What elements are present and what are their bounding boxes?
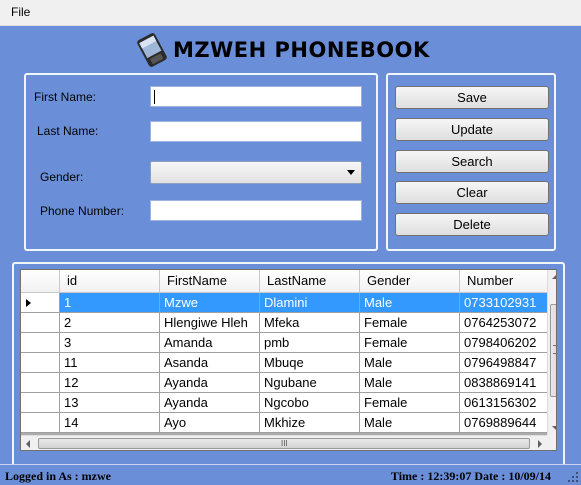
grid-body: 1 Mzwe Dlamini Male 0733102931 2 Hlengiwe Hleh… bbox=[21, 293, 550, 433]
column-header-lastname[interactable]: LastName bbox=[260, 270, 360, 293]
mobile-phone-icon bbox=[137, 33, 167, 67]
logged-in-status: Logged in As : mzwe bbox=[5, 469, 111, 483]
row-header[interactable] bbox=[21, 333, 60, 353]
cell-lastname[interactable]: pmb bbox=[260, 333, 360, 353]
cell-number[interactable]: 0733102931 bbox=[460, 293, 550, 313]
gender-combobox[interactable] bbox=[150, 161, 362, 184]
cell-gender[interactable]: Male bbox=[360, 373, 460, 393]
cell-firstname[interactable]: Ayanda bbox=[160, 393, 260, 413]
menu-bar: File bbox=[0, 0, 581, 26]
grip-icon bbox=[553, 345, 556, 354]
row-header[interactable] bbox=[21, 313, 60, 333]
cell-lastname[interactable]: Mfeka bbox=[260, 313, 360, 333]
contact-form-group: First Name: Last Name: Gender: Phone Num… bbox=[24, 73, 378, 251]
row-header[interactable] bbox=[21, 353, 60, 373]
cell-gender[interactable]: Male bbox=[360, 353, 460, 373]
column-header-gender[interactable]: Gender bbox=[360, 270, 460, 293]
update-button[interactable]: Update bbox=[395, 118, 549, 141]
grip-icon: III bbox=[281, 439, 288, 448]
cell-id[interactable]: 3 bbox=[60, 333, 160, 353]
cell-number[interactable]: 0613156302 bbox=[460, 393, 550, 413]
last-name-label: Last Name: bbox=[37, 124, 99, 138]
cell-gender[interactable]: Female bbox=[360, 393, 460, 413]
scroll-right-icon[interactable] bbox=[538, 440, 542, 448]
cell-id[interactable]: 11 bbox=[60, 353, 160, 373]
cell-id[interactable]: 1 bbox=[60, 293, 160, 313]
chevron-down-icon[interactable] bbox=[347, 170, 355, 175]
vertical-scroll-thumb[interactable] bbox=[550, 304, 556, 397]
cell-number[interactable]: 0764253072 bbox=[460, 313, 550, 333]
main-window-client: MZWEH PHONEBOOK First Name: Last Name: G… bbox=[0, 26, 581, 485]
cell-id[interactable]: 14 bbox=[60, 413, 160, 433]
cell-lastname[interactable]: Ngubane bbox=[260, 373, 360, 393]
horizontal-scrollbar[interactable]: III bbox=[21, 435, 547, 450]
cell-id[interactable]: 12 bbox=[60, 373, 160, 393]
table-row[interactable]: 3 Amanda pmb Female 0798406202 bbox=[21, 333, 550, 353]
cell-gender[interactable]: Male bbox=[360, 413, 460, 433]
phone-number-input[interactable] bbox=[150, 200, 362, 221]
cell-gender[interactable]: Male bbox=[360, 293, 460, 313]
cell-lastname[interactable]: Ngcobo bbox=[260, 393, 360, 413]
gender-label: Gender: bbox=[40, 170, 84, 184]
scroll-left-icon[interactable] bbox=[26, 440, 30, 448]
time-date-status: Time : 12:39:07 Date : 10/09/14 bbox=[390, 469, 551, 483]
cell-firstname[interactable]: Mzwe bbox=[160, 293, 260, 313]
scroll-down-icon[interactable] bbox=[552, 426, 556, 430]
cell-id[interactable]: 2 bbox=[60, 313, 160, 333]
row-header[interactable] bbox=[21, 413, 60, 433]
row-header[interactable] bbox=[21, 373, 60, 393]
cell-firstname[interactable]: Ayanda bbox=[160, 373, 260, 393]
cell-firstname[interactable]: Asanda bbox=[160, 353, 260, 373]
table-row[interactable]: 2 Hlengiwe Hleh Mfeka Female 0764253072 bbox=[21, 313, 550, 333]
scrollbar-corner bbox=[547, 435, 556, 450]
cell-lastname[interactable]: Mbuqe bbox=[260, 353, 360, 373]
cell-firstname[interactable]: Ayo bbox=[160, 413, 260, 433]
row-header[interactable] bbox=[21, 393, 60, 413]
contacts-grid[interactable]: id FirstName LastName Gender Number 1 Mzw… bbox=[20, 269, 557, 451]
cell-gender[interactable]: Female bbox=[360, 313, 460, 333]
delete-button[interactable]: Delete bbox=[395, 213, 549, 236]
cell-lastname[interactable]: Dlamini bbox=[260, 293, 360, 313]
last-name-input[interactable] bbox=[150, 121, 362, 142]
first-name-input[interactable] bbox=[150, 86, 362, 107]
actions-group: Save Update Search Clear Delete bbox=[386, 73, 556, 251]
cell-firstname[interactable]: Amanda bbox=[160, 333, 260, 353]
grid-header: id FirstName LastName Gender Number bbox=[21, 270, 550, 293]
cell-firstname[interactable]: Hlengiwe Hleh bbox=[160, 313, 260, 333]
cell-lastname[interactable]: Mkhize bbox=[260, 413, 360, 433]
table-row[interactable]: 14 Ayo Mkhize Male 0769889644 bbox=[21, 413, 550, 433]
page-title: MZWEH PHONEBOOK bbox=[173, 38, 430, 62]
phone-number-label: Phone Number: bbox=[40, 204, 125, 218]
cell-number[interactable]: 0798406202 bbox=[460, 333, 550, 353]
table-row[interactable]: 12 Ayanda Ngubane Male 0838869141 bbox=[21, 373, 550, 393]
column-header-firstname[interactable]: FirstName bbox=[160, 270, 260, 293]
grid-corner-header[interactable] bbox=[21, 270, 60, 293]
column-header-number[interactable]: Number bbox=[460, 270, 550, 293]
table-row[interactable]: 13 Ayanda Ngcobo Female 0613156302 bbox=[21, 393, 550, 413]
cell-number[interactable]: 0838869141 bbox=[460, 373, 550, 393]
first-name-label: First Name: bbox=[34, 90, 97, 104]
current-row-arrow-icon bbox=[26, 299, 31, 307]
cell-number[interactable]: 0796498847 bbox=[460, 353, 550, 373]
horizontal-scroll-thumb[interactable]: III bbox=[38, 438, 530, 449]
app-header: MZWEH PHONEBOOK bbox=[133, 32, 430, 68]
status-bar: Logged in As : mzwe Time : 12:39:07 Date… bbox=[0, 464, 581, 485]
cell-id[interactable]: 13 bbox=[60, 393, 160, 413]
save-button[interactable]: Save bbox=[395, 86, 549, 109]
cell-gender[interactable]: Female bbox=[360, 333, 460, 353]
resize-grip-icon[interactable] bbox=[567, 471, 579, 483]
menu-file[interactable]: File bbox=[11, 5, 30, 19]
contacts-grid-group: id FirstName LastName Gender Number 1 Mzw… bbox=[12, 262, 565, 485]
cell-number[interactable]: 0769889644 bbox=[460, 413, 550, 433]
scroll-up-icon[interactable] bbox=[552, 275, 556, 279]
row-header[interactable] bbox=[21, 293, 60, 313]
clear-button[interactable]: Clear bbox=[395, 181, 549, 204]
column-header-id[interactable]: id bbox=[60, 270, 160, 293]
search-button[interactable]: Search bbox=[395, 150, 549, 173]
table-row[interactable]: 11 Asanda Mbuqe Male 0796498847 bbox=[21, 353, 550, 373]
table-row[interactable]: 1 Mzwe Dlamini Male 0733102931 bbox=[21, 293, 550, 313]
vertical-scrollbar[interactable] bbox=[547, 270, 556, 435]
text-caret bbox=[154, 90, 155, 104]
